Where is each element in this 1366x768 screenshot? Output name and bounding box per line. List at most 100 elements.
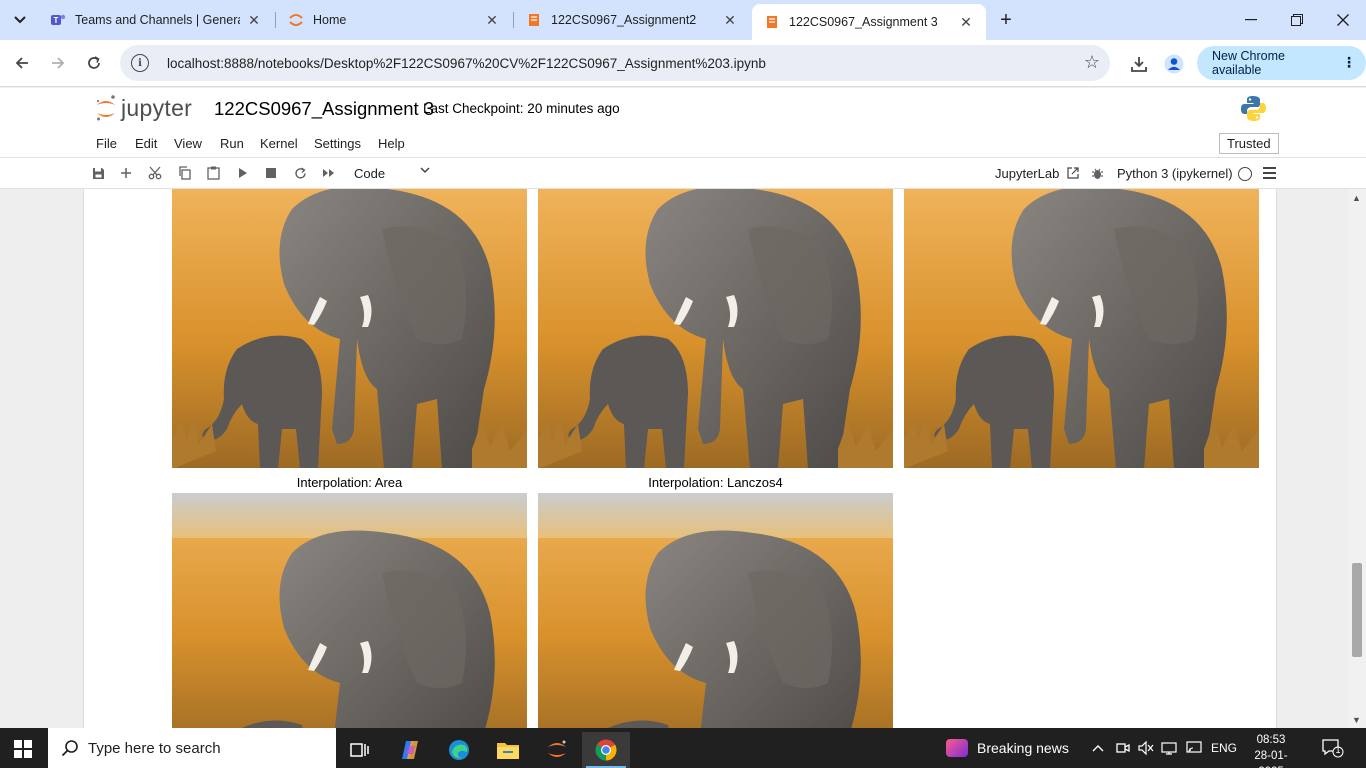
download-icon[interactable] xyxy=(1127,52,1151,76)
update-label: New Chrome available xyxy=(1212,49,1285,77)
tab-assignment3[interactable]: 122CS0967_Assignment 3 ✕ xyxy=(752,4,986,40)
close-icon[interactable]: ✕ xyxy=(246,12,262,28)
new-tab-button[interactable]: + xyxy=(994,8,1018,32)
reload-icon[interactable] xyxy=(81,50,107,76)
copy-icon[interactable] xyxy=(175,164,193,182)
bookmark-star-icon[interactable]: ☆ xyxy=(1084,52,1100,73)
last-checkpoint: Last Checkpoint: 20 minutes ago xyxy=(423,101,620,116)
show-hidden-icons-chevron-icon[interactable] xyxy=(1091,739,1105,757)
jupyter-logo-text: jupyter xyxy=(121,94,193,121)
plot-image xyxy=(538,493,893,728)
task-view-icon[interactable] xyxy=(336,732,384,768)
close-icon[interactable]: ✕ xyxy=(722,12,738,28)
kernel-name[interactable]: Python 3 (ipykernel) xyxy=(1117,166,1233,181)
svg-text:T: T xyxy=(54,16,59,25)
jupyterlab-label: JupyterLab xyxy=(995,166,1060,181)
file-explorer-icon[interactable] xyxy=(484,732,532,768)
scroll-up-icon[interactable]: ▲ xyxy=(1352,193,1361,203)
wireless-display-icon[interactable] xyxy=(1185,739,1203,757)
news-icon xyxy=(946,739,968,757)
stop-icon[interactable] xyxy=(262,164,280,182)
jupyter-menubar: File Edit View Run Kernel Settings Help … xyxy=(0,129,1366,158)
more-vert-icon[interactable]: ⋮ xyxy=(1342,54,1356,71)
restore-button[interactable] xyxy=(1274,0,1320,40)
back-arrow-icon[interactable] xyxy=(9,50,35,76)
forward-arrow-icon[interactable] xyxy=(45,50,71,76)
menu-kernel[interactable]: Kernel xyxy=(260,136,298,151)
language-indicator[interactable]: ENG xyxy=(1210,739,1238,757)
edge-icon[interactable] xyxy=(435,732,483,768)
run-icon[interactable] xyxy=(234,164,252,182)
fast-forward-icon[interactable] xyxy=(320,164,338,182)
close-window-button[interactable] xyxy=(1320,0,1366,40)
jupyter-header: jupyter 122CS0967_Assignment 3 Last Chec… xyxy=(0,88,1366,129)
tab-assignment2[interactable]: 122CS0967_Assignment2 ✕ xyxy=(514,0,750,40)
copilot-icon[interactable] xyxy=(386,732,434,768)
search-icon xyxy=(60,738,80,758)
clock-time: 08:53 xyxy=(1256,734,1286,746)
menu-hamburger-icon[interactable] xyxy=(1263,167,1276,179)
notification-center-icon[interactable]: 1 xyxy=(1322,738,1344,758)
scrollbar-thumb[interactable] xyxy=(1352,563,1362,657)
menu-edit[interactable]: Edit xyxy=(135,136,157,151)
browser-toolbar: i localhost:8888/notebooks/Desktop%2F122… xyxy=(0,40,1366,87)
taskbar-search[interactable]: Type here to search xyxy=(48,728,336,768)
profile-avatar-icon[interactable] xyxy=(1162,52,1186,76)
paste-icon[interactable] xyxy=(204,164,222,182)
external-link-icon xyxy=(1067,167,1079,179)
menu-file[interactable]: File xyxy=(96,136,117,151)
notebook-toolbar: Code JupyterLab Python 3 (ipykernel) xyxy=(0,158,1366,189)
menu-run[interactable]: Run xyxy=(220,136,244,151)
teams-icon: T xyxy=(50,12,66,28)
tab-home[interactable]: Home ✕ xyxy=(276,0,512,40)
page-scrollbar[interactable]: ▲ ▼ xyxy=(1348,189,1366,728)
notebook-title[interactable]: 122CS0967_Assignment 3 xyxy=(214,98,434,120)
notebook-icon xyxy=(526,12,542,28)
notification-count: 1 xyxy=(1335,745,1341,755)
cell-type-select[interactable]: Code xyxy=(348,163,436,183)
tab-title: 122CS0967_Assignment 3 xyxy=(789,15,938,29)
menu-help[interactable]: Help xyxy=(378,136,405,151)
add-cell-icon[interactable] xyxy=(117,164,135,182)
chevron-down-icon xyxy=(420,166,430,177)
chrome-icon[interactable] xyxy=(582,732,630,768)
windows-start-icon[interactable] xyxy=(14,740,32,758)
cut-icon[interactable] xyxy=(146,164,164,182)
jupyterlab-link[interactable]: JupyterLab xyxy=(995,166,1079,181)
address-url[interactable]: localhost:8888/notebooks/Desktop%2F122CS… xyxy=(167,56,766,71)
system-clock[interactable]: 08:53 28-01-2025 xyxy=(1248,732,1294,768)
debugger-bug-icon[interactable] xyxy=(1088,164,1106,182)
site-info-icon[interactable]: i xyxy=(131,54,149,72)
network-icon[interactable] xyxy=(1161,739,1177,757)
close-icon[interactable]: ✕ xyxy=(958,14,974,30)
python-logo-icon xyxy=(1240,95,1267,127)
save-icon[interactable] xyxy=(89,164,107,182)
news-label: Breaking news xyxy=(977,740,1069,756)
tab-title: 122CS0967_Assignment2 xyxy=(551,13,697,27)
jupyter-logo[interactable]: jupyter xyxy=(95,92,192,124)
meet-now-icon[interactable] xyxy=(1115,739,1131,757)
new-chrome-available-button[interactable]: New Chrome available ⋮ xyxy=(1197,46,1366,80)
news-widget[interactable]: Breaking news xyxy=(946,738,1069,758)
menu-view[interactable]: View xyxy=(174,136,202,151)
kernel-status-icon xyxy=(1238,167,1252,181)
windows-taskbar: Type here to search Breaking news ENG 08… xyxy=(0,728,1366,768)
menu-settings[interactable]: Settings xyxy=(314,136,361,151)
plot-image xyxy=(172,493,527,728)
volume-muted-icon[interactable] xyxy=(1138,739,1154,757)
restart-icon[interactable] xyxy=(291,164,309,182)
plot-title: Interpolation: Area xyxy=(296,475,403,490)
minimize-button[interactable] xyxy=(1228,0,1274,40)
plot-image xyxy=(904,189,1259,468)
jupyter-logo-icon xyxy=(97,95,115,121)
address-bar[interactable]: i localhost:8888/notebooks/Desktop%2F122… xyxy=(120,45,1110,81)
trusted-indicator[interactable]: Trusted xyxy=(1219,133,1279,154)
close-icon[interactable]: ✕ xyxy=(484,12,500,28)
scroll-down-icon[interactable]: ▼ xyxy=(1352,715,1361,725)
clock-date: 28-01-2025 xyxy=(1254,750,1288,768)
tab-teams[interactable]: T Teams and Channels | General | ✕ xyxy=(38,0,274,40)
jupyter-app-icon[interactable] xyxy=(533,732,581,768)
tab-search-icon[interactable] xyxy=(8,8,32,32)
plot-image xyxy=(538,189,893,468)
tab-title: Teams and Channels | General | xyxy=(75,13,240,27)
